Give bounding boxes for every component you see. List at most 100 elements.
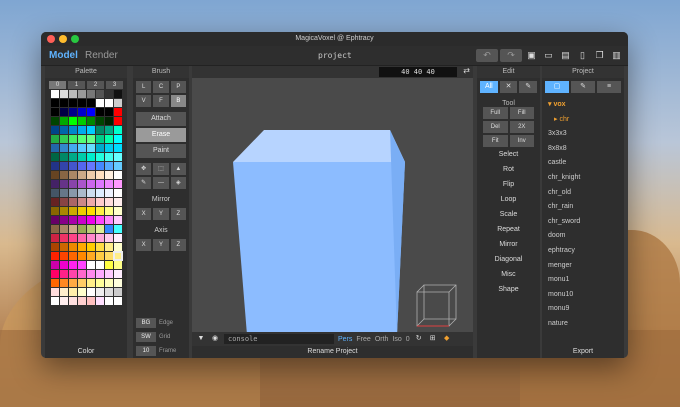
palette-swatch[interactable] [69, 252, 77, 260]
erase-button[interactable]: Erase [136, 128, 186, 142]
brush-type-f[interactable]: F [153, 95, 169, 107]
palette-swatch[interactable] [87, 162, 95, 170]
palette-swatch[interactable] [96, 108, 104, 116]
console-input[interactable]: console [224, 334, 334, 344]
palette-swatch[interactable] [78, 288, 86, 296]
palette-swatch[interactable] [96, 288, 104, 296]
palette-swatch[interactable] [87, 144, 95, 152]
mirror-z-button[interactable]: Z [170, 208, 186, 220]
palette-swatch[interactable] [51, 153, 59, 161]
palette-swatch[interactable] [96, 99, 104, 107]
palette-swatch[interactable] [87, 270, 95, 278]
palette-swatch[interactable] [96, 90, 104, 98]
tab-render[interactable]: Render [85, 50, 118, 61]
palette-swatch[interactable] [51, 126, 59, 134]
palette-swatch[interactable] [51, 216, 59, 224]
palette-tab-3[interactable]: 3 [106, 81, 123, 89]
redo-button[interactable]: ↷ [500, 49, 522, 62]
palette-swatch[interactable] [96, 279, 104, 287]
palette-swatch[interactable] [78, 171, 86, 179]
bucket-icon[interactable]: ◈ [170, 177, 186, 189]
palette-swatch[interactable] [51, 270, 59, 278]
full-button[interactable]: Full [483, 107, 508, 119]
project-file-item[interactable]: chr_old [548, 186, 618, 201]
del-button[interactable]: Del [483, 121, 508, 133]
palette-swatch[interactable] [78, 198, 86, 206]
palette-swatch[interactable] [105, 198, 113, 206]
palette-swatch[interactable] [69, 153, 77, 161]
axis-y-button[interactable]: Y [153, 239, 169, 251]
palette-swatch[interactable] [96, 180, 104, 188]
palette-swatch[interactable] [51, 288, 59, 296]
rot-item[interactable]: Rot [477, 162, 540, 177]
palette-swatch[interactable] [51, 261, 59, 269]
fill-button[interactable]: Fill [509, 107, 534, 119]
palette-swatch[interactable] [78, 225, 86, 233]
palette-swatch[interactable] [69, 180, 77, 188]
palette-swatch[interactable] [51, 171, 59, 179]
palette-swatch[interactable] [78, 297, 86, 305]
palette-swatch[interactable] [60, 135, 68, 143]
project-file-item[interactable]: chr_knight [548, 171, 618, 186]
palette-swatch[interactable] [51, 234, 59, 242]
close-window-button[interactable] [47, 35, 55, 43]
reset-view-icon[interactable]: ↻ [414, 334, 424, 344]
palette-swatch[interactable] [105, 252, 113, 260]
palette-swatch[interactable] [69, 270, 77, 278]
palette-swatch[interactable] [60, 288, 68, 296]
palette-swatch[interactable] [114, 288, 122, 296]
project-file-item[interactable]: chr_sword [548, 215, 618, 230]
palette-swatch[interactable] [69, 234, 77, 242]
select-item[interactable]: Select [477, 147, 540, 162]
palette-swatch[interactable] [114, 297, 122, 305]
palette-swatch[interactable] [69, 126, 77, 134]
palette-swatch[interactable] [69, 135, 77, 143]
palette-swatch[interactable] [114, 207, 122, 215]
palette-tab-0[interactable]: 0 [49, 81, 66, 89]
palette-swatch[interactable] [87, 153, 95, 161]
project-file-item[interactable]: doom [548, 229, 618, 244]
palette-swatch[interactable] [51, 198, 59, 206]
minimize-window-button[interactable] [59, 35, 67, 43]
wrench-icon[interactable]: ✎ [519, 81, 538, 93]
palette-swatch[interactable] [78, 261, 86, 269]
palette-swatch[interactable] [114, 90, 122, 98]
palette-swatch[interactable] [60, 126, 68, 134]
delete-icon[interactable]: ▥ [611, 49, 622, 62]
palette-swatch[interactable] [114, 180, 122, 188]
palette-swatch[interactable] [96, 207, 104, 215]
edit-tab-all[interactable]: All [480, 81, 498, 93]
palette-swatch[interactable] [105, 162, 113, 170]
palette-swatch[interactable] [78, 216, 86, 224]
palette-swatch[interactable] [87, 243, 95, 251]
palette-swatch[interactable] [78, 90, 86, 98]
palette-swatch[interactable] [69, 279, 77, 287]
palette-swatch[interactable] [114, 270, 122, 278]
palette-swatch[interactable] [114, 189, 122, 197]
palette-swatch[interactable] [51, 162, 59, 170]
axis-x-button[interactable]: X [136, 239, 152, 251]
palette-swatch[interactable] [105, 171, 113, 179]
palette-swatch[interactable] [105, 207, 113, 215]
palette-swatch[interactable] [60, 216, 68, 224]
palette-swatch[interactable] [114, 234, 122, 242]
palette-swatch[interactable] [105, 234, 113, 242]
duplicate-icon[interactable]: ❐ [594, 49, 605, 62]
palette-swatch[interactable] [105, 108, 113, 116]
palette-swatch[interactable] [60, 180, 68, 188]
paint-button[interactable]: Paint [136, 144, 186, 158]
palette-swatch[interactable] [51, 117, 59, 125]
palette-swatch[interactable] [96, 153, 104, 161]
palette-swatch[interactable] [69, 207, 77, 215]
palette-swatch[interactable] [69, 90, 77, 98]
palette-swatch[interactable] [87, 171, 95, 179]
save-icon[interactable]: ▣ [526, 49, 537, 62]
expand-icon[interactable]: ▼ [196, 334, 206, 344]
palette-swatch[interactable] [78, 243, 86, 251]
project-file-item[interactable]: castle [548, 156, 618, 171]
project-file-item[interactable]: ephtracy [548, 244, 618, 259]
palette-swatch[interactable] [78, 207, 86, 215]
palette-swatch[interactable] [51, 297, 59, 305]
palette-swatch[interactable] [78, 162, 86, 170]
line-icon[interactable]: — [153, 177, 169, 189]
